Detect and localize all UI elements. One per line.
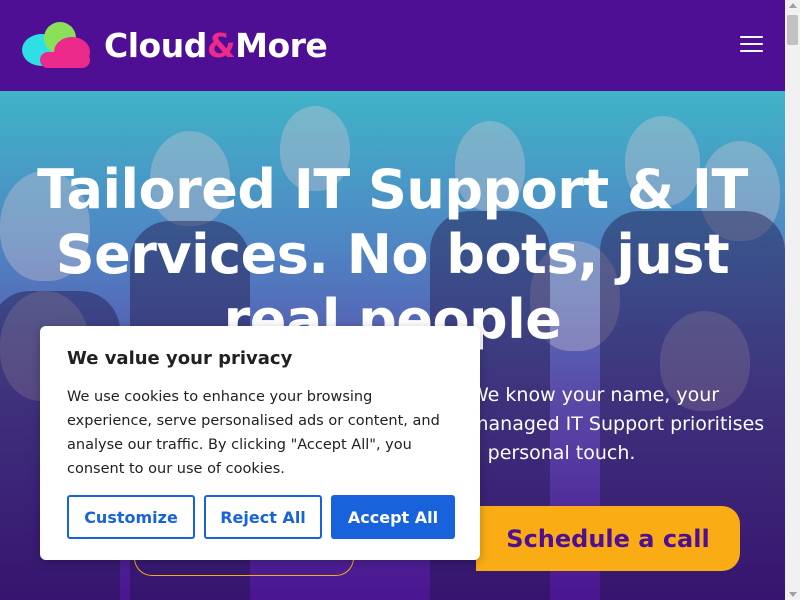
logo-text: Cloud&More xyxy=(104,25,328,65)
cookie-button-row: Customize Reject All Accept All xyxy=(67,495,455,539)
cloud-logo-icon xyxy=(22,22,90,68)
reject-all-button[interactable]: Reject All xyxy=(204,495,322,539)
cookie-consent-banner: We value your privacy We use cookies to … xyxy=(40,326,480,560)
scroll-up-arrow-icon[interactable] xyxy=(789,3,797,8)
scrollbar[interactable] xyxy=(785,0,800,600)
logo-text-more: More xyxy=(235,25,328,65)
logo[interactable]: Cloud&More xyxy=(20,20,328,70)
hero-title: Tailored IT Support & IT Services. No bo… xyxy=(37,158,748,351)
scroll-down-arrow-icon[interactable] xyxy=(789,592,797,597)
hamburger-icon[interactable] xyxy=(740,36,763,54)
schedule-call-button[interactable]: Schedule a call xyxy=(476,506,740,571)
cookie-banner-title: We value your privacy xyxy=(67,348,293,369)
customize-button[interactable]: Customize xyxy=(67,495,195,539)
accept-all-button[interactable]: Accept All xyxy=(331,495,455,539)
cookie-banner-text: We use cookies to enhance your browsing … xyxy=(67,389,440,477)
scrollbar-thumb[interactable] xyxy=(787,15,798,45)
logo-text-cloud: Cloud xyxy=(104,25,207,65)
hero-subtitle: We know your name, your managed IT Suppo… xyxy=(470,384,765,464)
logo-text-amp: & xyxy=(206,25,236,65)
site-header: Cloud&More xyxy=(0,0,785,91)
